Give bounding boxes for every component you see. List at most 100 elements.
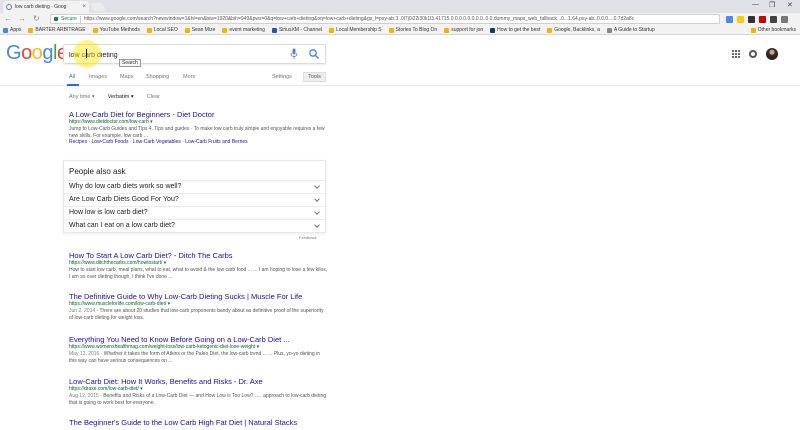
- result-url[interactable]: https://www.ditchthecarbs.com/howtostart…: [69, 260, 329, 267]
- extensions-bar: [726, 16, 788, 23]
- bookmark-item[interactable]: Sean Mize: [184, 27, 216, 33]
- chevron-down-icon: [314, 209, 320, 215]
- menu-icon[interactable]: [781, 16, 788, 23]
- browser-toolbar: ← → ↻ Secure https://www.google.com/sear…: [0, 13, 800, 26]
- microphone-icon[interactable]: [290, 48, 298, 60]
- result-title-link[interactable]: Everything You Need to Know Before Going…: [69, 335, 329, 344]
- folder-icon: [146, 27, 152, 33]
- tab-maps[interactable]: Maps: [120, 74, 133, 80]
- search-result: A Low-Carb Diet for Beginners - Diet Doc…: [69, 110, 329, 146]
- paa-question[interactable]: Are Low Carb Diets Good For You?: [64, 193, 325, 206]
- paa-question[interactable]: How low is low carb diet?: [64, 206, 325, 219]
- result-date: Jun 2, 2014 -: [69, 308, 100, 314]
- bookmark-label: event marketing: [229, 27, 265, 33]
- bookmarks-bar: Apps BARTER ARBITRAGE YouTube Methods Lo…: [0, 26, 800, 35]
- search-tabs: All Images Maps Shopping More Settings T…: [0, 72, 800, 86]
- folder-icon: [28, 27, 34, 33]
- bookmark-item[interactable]: SiriusXM - Channel: [271, 27, 322, 33]
- result-title-link[interactable]: Low-Carb Diet: How It Works, Benefits an…: [69, 377, 329, 386]
- bookmark-item[interactable]: YouTube Methods: [92, 27, 140, 33]
- bookmark-label: Google, Backlinks, a: [554, 27, 600, 33]
- result-url[interactable]: https://www.dietdoctor.com/low-carb ▾: [69, 119, 329, 126]
- tools-button[interactable]: Tools: [303, 72, 326, 82]
- result-title-link[interactable]: The Definitive Guide to Why Low-Carb Die…: [69, 292, 329, 301]
- search-box[interactable]: [63, 44, 326, 64]
- bookmark-label: BARTER ARBITRAGE: [35, 27, 86, 33]
- avatar[interactable]: [766, 48, 778, 60]
- site-icon: [490, 27, 496, 33]
- bookmark-label: How to get the best: [497, 27, 541, 33]
- folder-icon: [388, 27, 394, 33]
- result-snippet: Jun 2, 2014 - There are about 20 studies…: [69, 308, 329, 321]
- bookmark-item[interactable]: Stories To Blog On: [388, 27, 437, 33]
- tab-title: low carb dieting - Goog: [15, 4, 67, 10]
- search-icon[interactable]: [308, 48, 320, 60]
- result-url[interactable]: https://draxe.com/low-carb-diet/ ▾: [69, 386, 329, 393]
- bookmark-item[interactable]: A Guide to Startup: [606, 27, 655, 33]
- browser-tab[interactable]: low carb dieting - Goog ×: [3, 1, 89, 13]
- header-actions: [732, 48, 778, 60]
- result-title-link[interactable]: The Beginner's Guide to the Low Carb Hig…: [69, 418, 329, 427]
- search-tooltip: Search: [119, 59, 141, 67]
- extension-icon[interactable]: [748, 16, 755, 23]
- bookmark-item[interactable]: event marketing: [222, 27, 265, 33]
- settings-link[interactable]: Settings: [272, 74, 292, 80]
- google-logo[interactable]: Google: [6, 42, 68, 65]
- address-bar[interactable]: Secure https://www.google.com/search?new…: [50, 14, 720, 24]
- maximize-icon[interactable]: ❐: [769, 1, 775, 9]
- verbatim-filter-dropdown[interactable]: Verbatim ▾: [108, 94, 134, 100]
- bookmark-item[interactable]: Apps: [3, 27, 21, 33]
- tab-all[interactable]: All: [69, 74, 75, 80]
- extension-icon[interactable]: [737, 16, 744, 23]
- search-result: How To Start A Low Carb Diet? - Ditch Th…: [69, 251, 329, 280]
- paa-question-text: How low is low carb diet?: [69, 209, 148, 216]
- bookmark-item[interactable]: How to get the best: [490, 27, 540, 33]
- forward-icon[interactable]: →: [18, 14, 26, 24]
- extension-icon[interactable]: [770, 16, 777, 23]
- folder-icon: [547, 27, 553, 33]
- result-date: May 13, 2016 -: [69, 351, 104, 357]
- bookmark-item[interactable]: Local SEO: [146, 27, 178, 33]
- clear-filters-link[interactable]: Clear: [147, 94, 160, 100]
- folder-icon: [184, 27, 190, 33]
- result-title-link[interactable]: How To Start A Low Carb Diet? - Ditch Th…: [69, 251, 329, 260]
- paa-question[interactable]: Why do low carb diets work so well?: [64, 180, 325, 193]
- bookmark-label: Local SEO: [153, 27, 178, 33]
- extension-icon[interactable]: [759, 16, 766, 23]
- bookmark-item[interactable]: BARTER ARBITRAGE: [28, 27, 86, 33]
- tab-images[interactable]: Images: [89, 74, 107, 80]
- bookmark-label: Sean Mize: [191, 27, 216, 33]
- new-tab-button[interactable]: [90, 3, 106, 11]
- close-window-icon[interactable]: ✕: [787, 1, 793, 9]
- bookmark-label: Local Membership S: [336, 27, 382, 33]
- other-bookmarks[interactable]: Other bookmarks: [747, 27, 796, 33]
- extension-icon[interactable]: [726, 16, 733, 23]
- result-title-link[interactable]: A Low-Carb Diet for Beginners - Diet Doc…: [69, 110, 329, 119]
- minimize-icon[interactable]: —: [752, 1, 759, 8]
- apps-grid-icon[interactable]: [732, 50, 740, 58]
- chevron-down-icon: [314, 183, 320, 189]
- bookmark-item[interactable]: Google, Backlinks, a: [547, 27, 600, 33]
- tab-close-icon[interactable]: ×: [82, 4, 86, 10]
- paa-question[interactable]: What can I eat on a low carb diet?: [64, 219, 325, 232]
- back-icon[interactable]: ←: [4, 14, 12, 24]
- time-filter-dropdown[interactable]: Any time ▾: [69, 94, 95, 100]
- tab-shopping[interactable]: Shopping: [146, 74, 169, 80]
- text-cursor: [86, 49, 87, 58]
- search-result: The Definitive Guide to Why Low-Carb Die…: [69, 292, 329, 321]
- result-url[interactable]: https://www.muscleforlife.com/low-carb-d…: [69, 301, 329, 308]
- result-snippet: May 13, 2016 - Whether it takes the form…: [69, 351, 329, 364]
- search-input[interactable]: [69, 49, 289, 61]
- bookmark-item[interactable]: support for jon: [444, 27, 483, 33]
- feedback-link[interactable]: Feedback: [299, 235, 317, 240]
- logo-letter: G: [6, 42, 22, 64]
- search-result: Low-Carb Diet: How It Works, Benefits an…: [69, 377, 329, 406]
- bookmark-item[interactable]: Local Membership S: [329, 27, 382, 33]
- bookmark-label: YouTube Methods: [99, 27, 140, 33]
- notifications-icon[interactable]: [749, 50, 757, 58]
- people-also-ask: People also ask Why do low carb diets wo…: [63, 160, 326, 233]
- reload-icon[interactable]: ↻: [33, 14, 40, 24]
- tab-more[interactable]: More: [183, 74, 196, 80]
- result-url[interactable]: https://www.womenshealthmag.com/weight-l…: [69, 344, 329, 351]
- result-sitelinks[interactable]: Recipes · Low-Carb Foods · Low-Carb Vege…: [69, 139, 329, 146]
